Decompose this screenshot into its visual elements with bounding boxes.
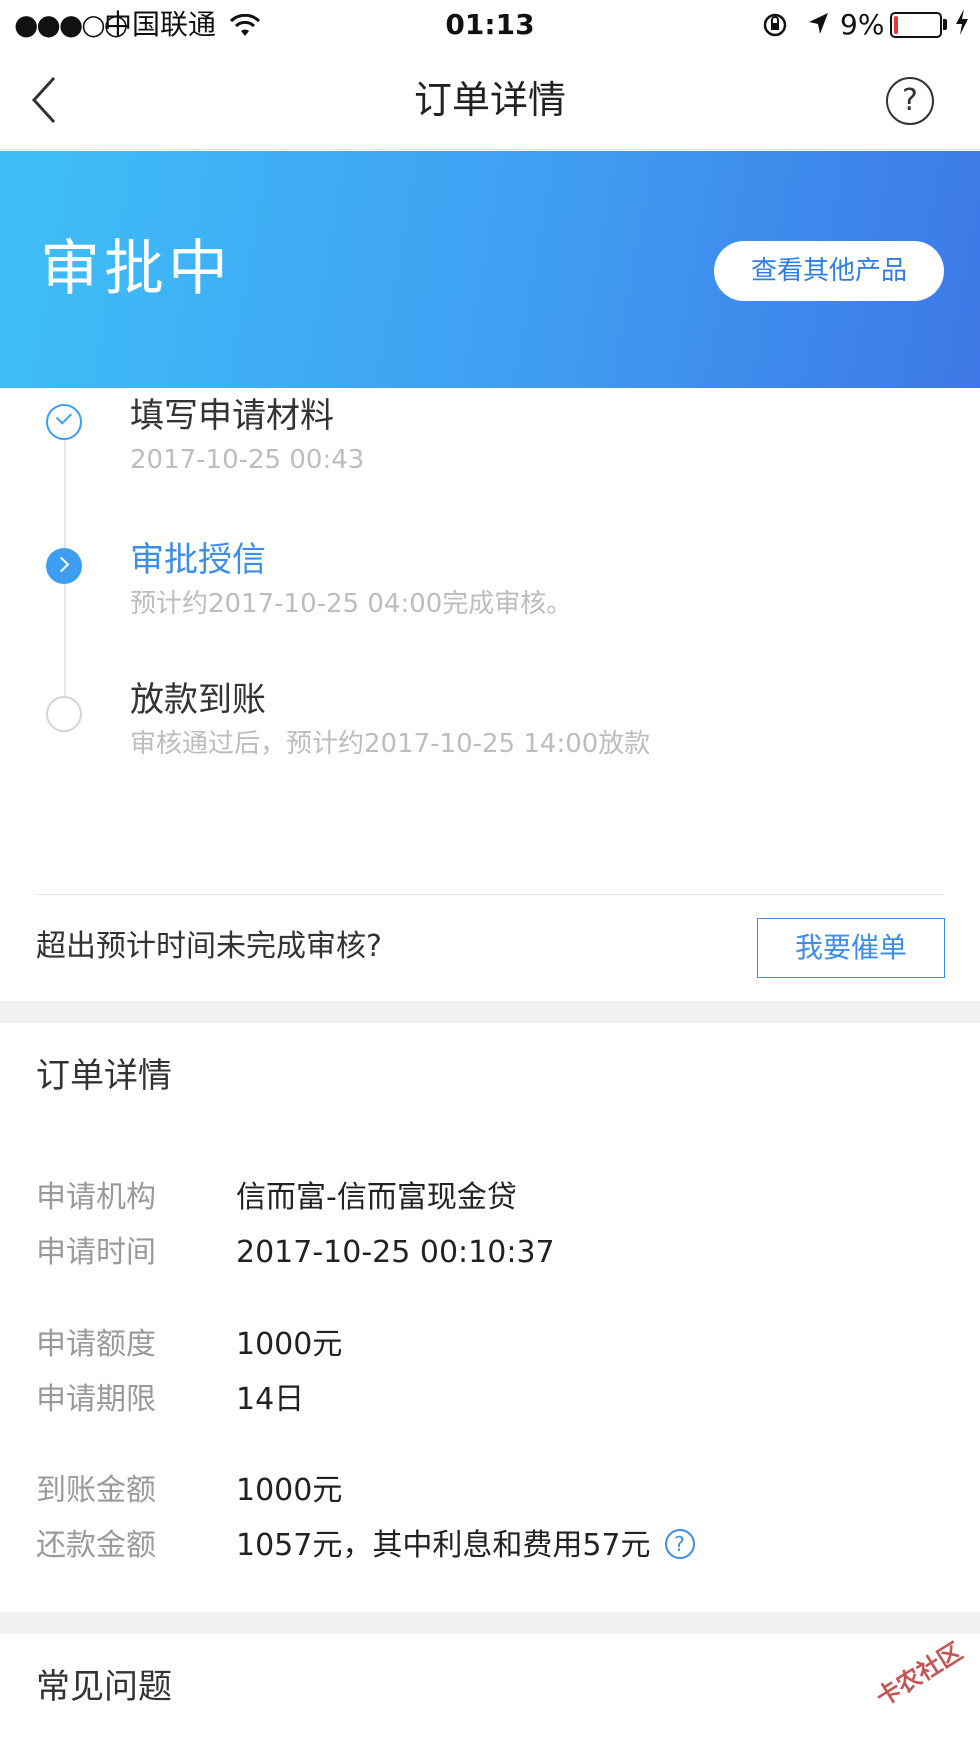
chevron-right-circle-icon — [46, 548, 82, 584]
back-button[interactable] — [28, 74, 78, 126]
question-circle-icon[interactable]: ? — [664, 1528, 695, 1559]
detail-label: 申请额度 — [36, 1327, 156, 1362]
detail-value: 1057元，其中利息和费用57元 — [236, 1528, 651, 1563]
detail-label: 还款金额 — [36, 1528, 156, 1563]
empty-circle-icon — [46, 696, 82, 732]
step-title: 放款到账 — [130, 680, 266, 720]
detail-value: 信而富-信而富现金贷 — [236, 1180, 517, 1215]
help-icon[interactable]: ? — [886, 77, 934, 125]
location-arrow-icon — [806, 10, 830, 46]
detail-label: 申请期限 — [36, 1382, 156, 1417]
urge-question: 超出预计时间未完成审核? — [36, 929, 382, 964]
timeline-connector — [64, 440, 66, 548]
charging-bolt-icon — [954, 8, 970, 44]
section-gap — [0, 1612, 980, 1634]
section-gap — [0, 1001, 980, 1023]
battery-icon — [890, 12, 942, 38]
check-circle-icon — [46, 404, 82, 440]
battery-tip — [943, 19, 947, 30]
detail-value: 1000元 — [236, 1327, 343, 1362]
status-bar: ●●●○○ 中国联通 01:13 9% — [0, 0, 980, 50]
detail-value: 1000元 — [236, 1473, 343, 1508]
step-estimate: 审核通过后，预计约2017-10-25 14:00放款 — [130, 729, 651, 759]
urge-order-button[interactable]: 我要催单 — [757, 918, 945, 978]
battery-percent: 9% — [840, 8, 885, 41]
detail-label: 申请时间 — [36, 1235, 156, 1270]
detail-value: 2017-10-25 00:10:37 — [236, 1235, 555, 1270]
progress-timeline: 填写申请材料 2017-10-25 00:43 审批授信 预计约2017-10-… — [0, 388, 980, 895]
section-title: 常见问题 — [36, 1667, 172, 1707]
page-title: 订单详情 — [413, 78, 566, 122]
step-title: 填写申请材料 — [130, 396, 334, 436]
section-title: 订单详情 — [36, 1056, 172, 1096]
status-banner: 审批中 查看其他产品 — [0, 151, 980, 388]
step-title: 审批授信 — [130, 540, 266, 580]
clock-time: 01:13 — [445, 8, 535, 41]
orientation-lock-icon — [762, 12, 788, 46]
step-timestamp: 2017-10-25 00:43 — [130, 445, 365, 475]
step-estimate: 预计约2017-10-25 04:00完成审核。 — [130, 589, 573, 619]
timeline-connector — [64, 584, 66, 696]
detail-value: 14日 — [236, 1382, 305, 1417]
faq-header[interactable]: 常见问题 — [0, 1634, 980, 1740]
detail-label: 申请机构 — [36, 1180, 156, 1215]
navigation-bar: 订单详情 ? — [0, 50, 980, 150]
urge-review-row: 超出预计时间未完成审核? 我要催单 — [0, 895, 980, 1001]
battery-level-fill — [894, 16, 898, 34]
detail-label: 到账金额 — [36, 1473, 156, 1508]
chevron-left-icon — [31, 76, 56, 124]
order-details-list: 申请机构 信而富-信而富现金贷 申请时间 2017-10-25 00:10:37… — [0, 1128, 980, 1612]
repayment-amount-row: 1057元，其中利息和费用57元? — [236, 1526, 695, 1566]
order-status-heading: 审批中 — [40, 234, 232, 304]
view-other-products-button[interactable]: 查看其他产品 — [714, 241, 944, 301]
order-details-header: 订单详情 — [0, 1023, 980, 1129]
